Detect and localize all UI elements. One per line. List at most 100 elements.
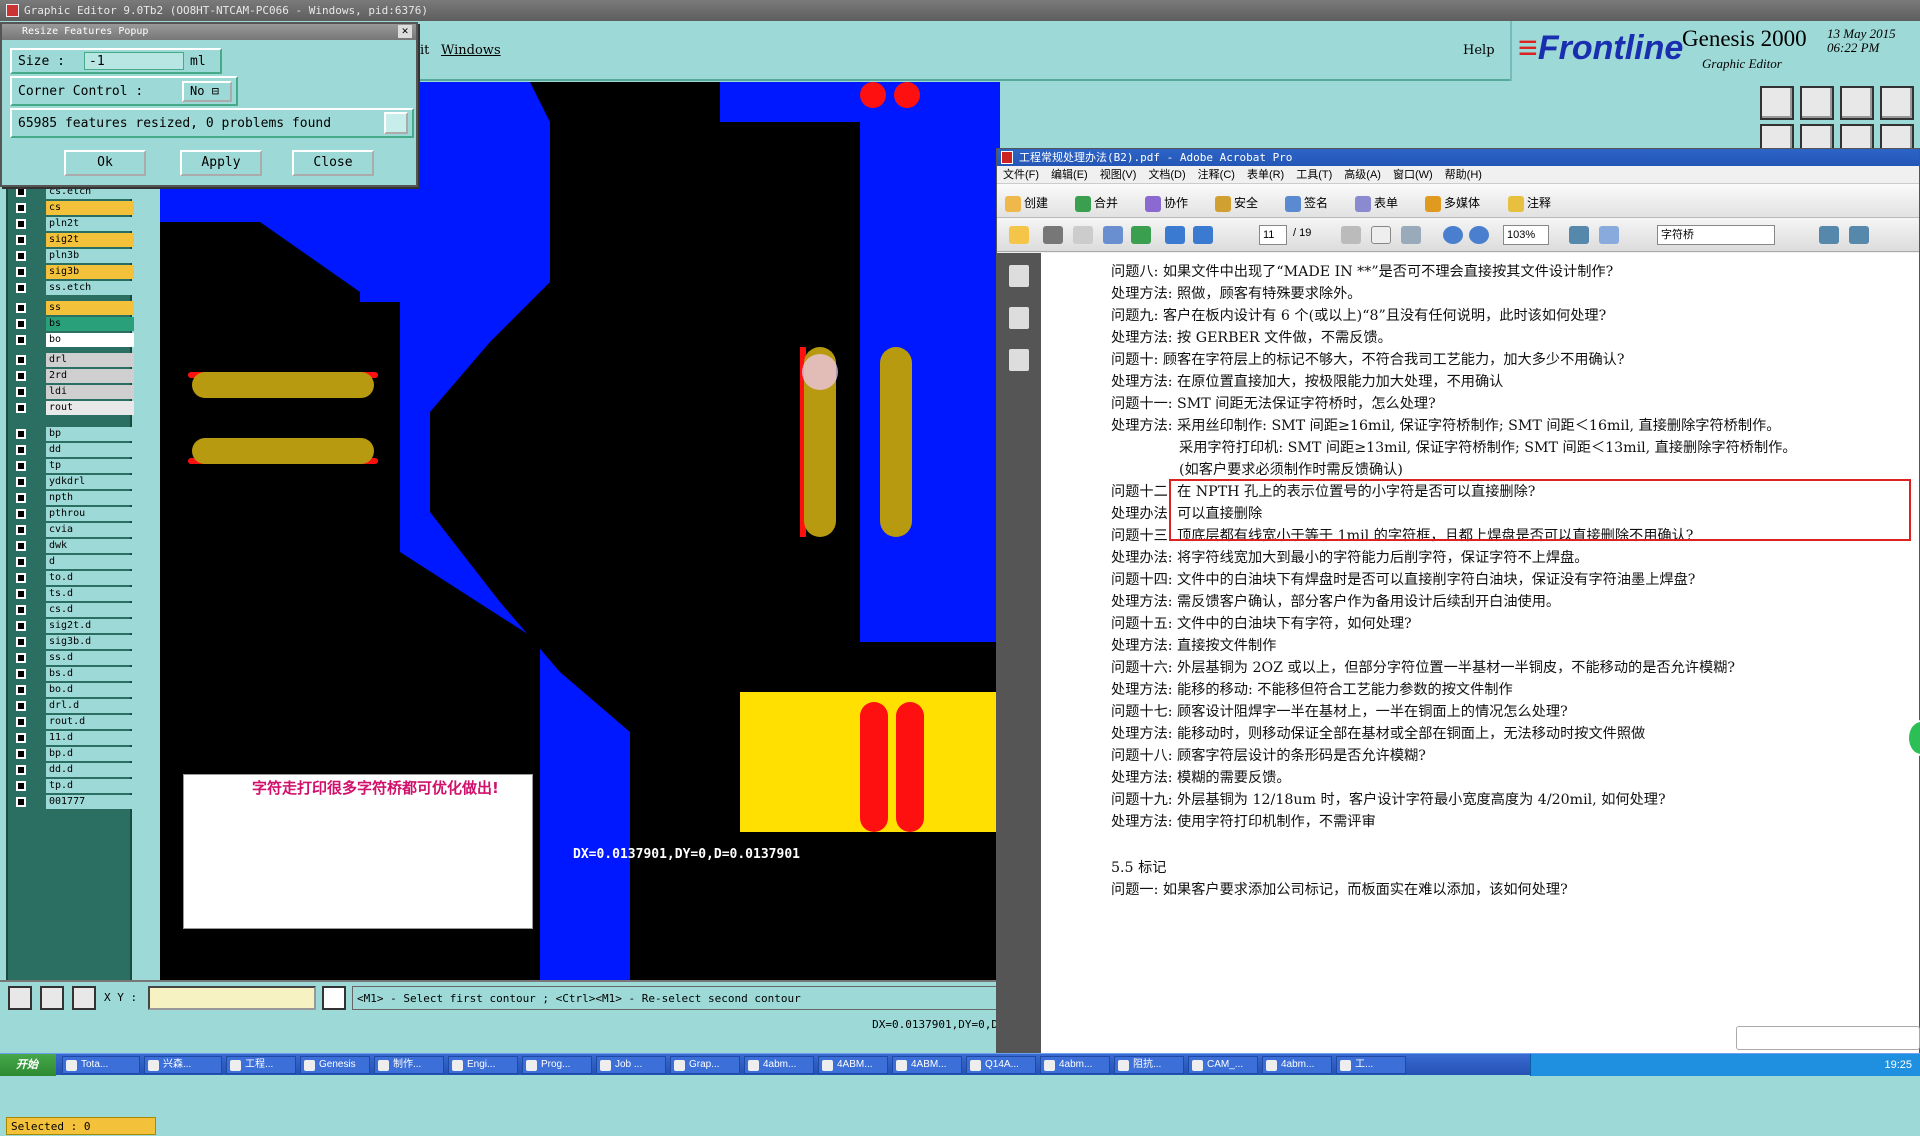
corner-select[interactable]: No ⊟ [182, 81, 232, 102]
layer-name[interactable]: pthrou [46, 507, 134, 521]
layer-row[interactable]: dd [8, 442, 134, 458]
pages-icon[interactable] [1009, 265, 1029, 287]
layer-name[interactable]: cvia [46, 523, 134, 537]
acrobat-menu-item[interactable]: 视图(V) [1100, 169, 1137, 181]
layer-row[interactable]: rout [8, 400, 134, 416]
layer-checkbox[interactable] [16, 283, 26, 293]
layer-name[interactable]: tp.d [46, 779, 134, 793]
taskbar-item[interactable]: 4ABM... [892, 1056, 962, 1074]
layer-checkbox[interactable] [16, 303, 26, 313]
layer-checkbox[interactable] [16, 525, 26, 535]
close-button[interactable]: Close [292, 150, 374, 176]
layer-name[interactable]: rout [46, 401, 134, 415]
grid-icon[interactable] [1880, 86, 1914, 120]
taskbar-item[interactable]: 阻抗... [1114, 1056, 1184, 1074]
globe-icon[interactable] [1131, 226, 1151, 244]
layer-name[interactable]: bo [46, 333, 134, 347]
zoom-input[interactable]: 103% [1503, 225, 1549, 245]
acrobat-menu-item[interactable]: 文件(F) [1003, 169, 1039, 181]
layer-checkbox[interactable] [16, 509, 26, 519]
fit-page-icon[interactable] [1569, 226, 1589, 244]
layer-checkbox[interactable] [16, 187, 26, 197]
measure-icon[interactable] [40, 986, 64, 1010]
search-prev-icon[interactable] [1819, 226, 1839, 244]
layer-name[interactable]: ydkdrl [46, 475, 134, 489]
taskbar-item[interactable]: CAM_... [1188, 1056, 1258, 1074]
layer-name[interactable]: d [46, 555, 134, 569]
toolbar-task-button[interactable]: 合并 [1075, 194, 1118, 212]
print-icon[interactable] [1043, 226, 1063, 244]
layer-row[interactable]: rout.d [8, 714, 134, 730]
layer-name[interactable]: sig3b.d [46, 635, 134, 649]
taskbar-item[interactable]: 工程... [226, 1056, 296, 1074]
toolbar-task-button[interactable]: 表单 [1355, 194, 1398, 212]
toolbar-task-button[interactable]: 协作 [1145, 194, 1188, 212]
page-number-input[interactable]: 11 [1259, 225, 1287, 245]
layer-row[interactable]: npth [8, 490, 134, 506]
acrobat-menu-item[interactable]: 编辑(E) [1051, 169, 1088, 181]
layer-checkbox[interactable] [16, 335, 26, 345]
menu-edit[interactable]: it [420, 43, 429, 58]
fit-width-icon[interactable] [1599, 226, 1619, 244]
save-icon[interactable] [1073, 226, 1093, 244]
toolbar-task-button[interactable]: 注释 [1508, 194, 1551, 212]
menu-help[interactable]: Help [1463, 43, 1495, 58]
taskbar-item[interactable]: Q14A... [966, 1056, 1036, 1074]
layer-row[interactable]: dd.d [8, 762, 134, 778]
layer-name[interactable]: drl.d [46, 699, 134, 713]
snap-icon[interactable] [8, 986, 32, 1010]
layer-name[interactable]: bs.d [46, 667, 134, 681]
layer-checkbox[interactable] [16, 637, 26, 647]
layer-name[interactable]: cs [46, 201, 134, 215]
apply-button[interactable]: Apply [180, 150, 262, 176]
ime-toolbar[interactable] [1736, 1026, 1920, 1050]
layer-name[interactable]: sig2t.d [46, 619, 134, 633]
download-icon[interactable] [1800, 86, 1834, 120]
layer-checkbox[interactable] [16, 371, 26, 381]
page-up-icon[interactable] [1165, 226, 1185, 244]
close-icon[interactable]: ✕ [398, 25, 412, 38]
layer-name[interactable]: bs [46, 317, 134, 331]
layer-checkbox[interactable] [16, 403, 26, 413]
layer-name[interactable]: 001777 [46, 795, 134, 809]
layer-checkbox[interactable] [16, 235, 26, 245]
layer-checkbox[interactable] [16, 387, 26, 397]
layer-name[interactable]: ldi [46, 385, 134, 399]
layer-name[interactable]: ss [46, 301, 134, 315]
layer-row[interactable]: pthrou [8, 506, 134, 522]
xy-input[interactable] [148, 986, 316, 1010]
layer-checkbox[interactable] [16, 355, 26, 365]
layer-checkbox[interactable] [16, 781, 26, 791]
layer-checkbox[interactable] [16, 749, 26, 759]
layer-checkbox[interactable] [16, 557, 26, 567]
layer-row[interactable]: dwk [8, 538, 134, 554]
layer-checkbox[interactable] [16, 733, 26, 743]
layer-row[interactable]: bp.d [8, 746, 134, 762]
acrobat-menu-item[interactable]: 窗口(W) [1393, 169, 1433, 181]
layer-row[interactable]: cvia [8, 522, 134, 538]
layer-row[interactable]: bo.d [8, 682, 134, 698]
info-icon[interactable] [384, 112, 408, 134]
taskbar-item[interactable]: Engi... [448, 1056, 518, 1074]
layer-row[interactable]: drl.d [8, 698, 134, 714]
layer-row[interactable]: cs.d [8, 602, 134, 618]
open-icon[interactable] [1009, 226, 1029, 244]
size-input[interactable]: -1 [84, 52, 184, 70]
taskbar-item[interactable]: Prog... [522, 1056, 592, 1074]
layer-checkbox[interactable] [16, 445, 26, 455]
layer-checkbox[interactable] [16, 219, 26, 229]
layer-checkbox[interactable] [16, 477, 26, 487]
layer-row[interactable]: ldi [8, 384, 134, 400]
layer-checkbox[interactable] [16, 685, 26, 695]
layer-checkbox[interactable] [16, 573, 26, 583]
layer-name[interactable]: bp.d [46, 747, 134, 761]
grid-icon[interactable] [72, 986, 96, 1010]
layer-row[interactable]: bo [8, 332, 134, 348]
zoom-tool-icon[interactable] [1401, 226, 1421, 244]
layer-name[interactable]: cs.etch [46, 185, 134, 199]
layer-row[interactable]: ss [8, 300, 134, 316]
acrobat-menu-item[interactable]: 注释(C) [1198, 169, 1235, 181]
taskbar-item[interactable]: Tota... [62, 1056, 140, 1074]
layer-checkbox[interactable] [16, 251, 26, 261]
layer-row[interactable]: 11.d [8, 730, 134, 746]
